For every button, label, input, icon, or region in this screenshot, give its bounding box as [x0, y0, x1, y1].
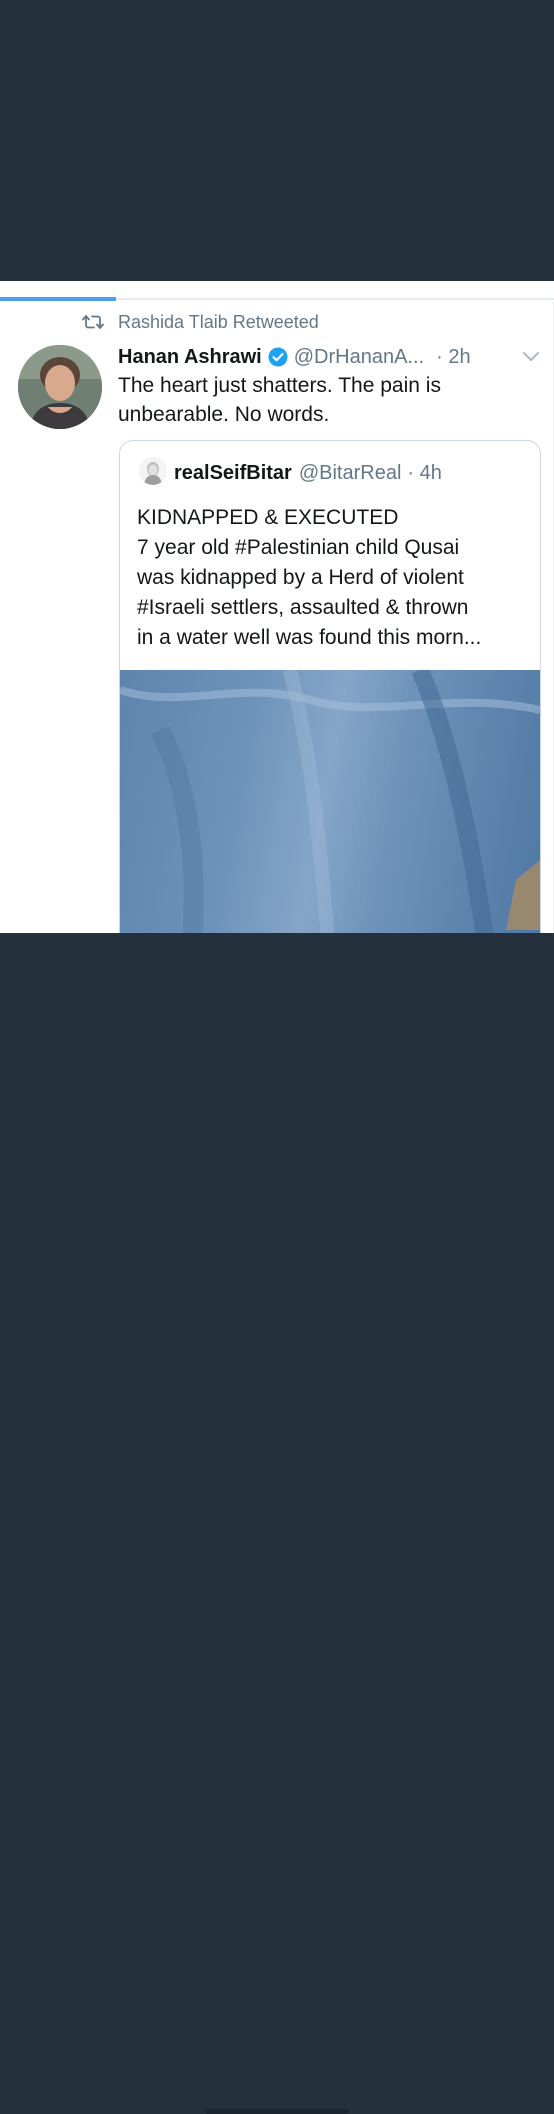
retweet-context-label: Rashida Tlaib Retweeted [118, 311, 319, 332]
quoted-author-name: realSeifBitar [174, 461, 292, 484]
avatar[interactable] [18, 345, 102, 429]
video-thumbnail[interactable] [120, 670, 540, 933]
verified-badge-icon [268, 347, 288, 367]
tweet-text: The heart just shatters. The pain is unb… [118, 374, 441, 426]
quoted-header: realSeifBitar @BitarReal · 4h [174, 461, 442, 485]
quoted-timestamp: · 4h [407, 461, 442, 484]
quoted-tweet[interactable]: realSeifBitar @BitarReal · 4h KIDNAPPED … [119, 440, 541, 933]
chevron-down-icon[interactable] [522, 349, 540, 363]
quoted-text-line: KIDNAPPED & EXECUTED [137, 506, 399, 529]
author-handle[interactable]: @DrHananA... [294, 346, 424, 369]
quoted-text-line: in a water well was found this morn... [137, 626, 482, 649]
tweet-header: Hanan Ashrawi @DrHananA... · 2h [118, 343, 548, 371]
tweet-card[interactable]: Rashida Tlaib Retweeted Hanan Ashrawi @D… [0, 281, 554, 933]
bottom-background [0, 933, 554, 2114]
tweet-timestamp[interactable]: · 2h [436, 346, 470, 369]
author-name[interactable]: Hanan Ashrawi [118, 346, 262, 369]
quoted-text-line: #Israeli settlers, assaulted & thrown [137, 596, 469, 619]
quoted-avatar[interactable] [139, 457, 167, 485]
top-background [0, 0, 554, 281]
quoted-text-line: 7 year old #Palestinian child Qusai [137, 536, 460, 559]
retweet-context[interactable]: Rashida Tlaib Retweeted [82, 311, 319, 333]
quoted-text-line: was kidnapped by a Herd of violent [137, 566, 464, 589]
retweet-icon [82, 314, 104, 330]
quoted-author-handle: @BitarReal [298, 461, 402, 484]
home-indicator[interactable] [205, 2109, 349, 2114]
progress-bar-fill [0, 297, 117, 301]
progress-bar [0, 297, 554, 301]
quoted-text: KIDNAPPED & EXECUTED 7 year old #Palesti… [137, 503, 532, 653]
